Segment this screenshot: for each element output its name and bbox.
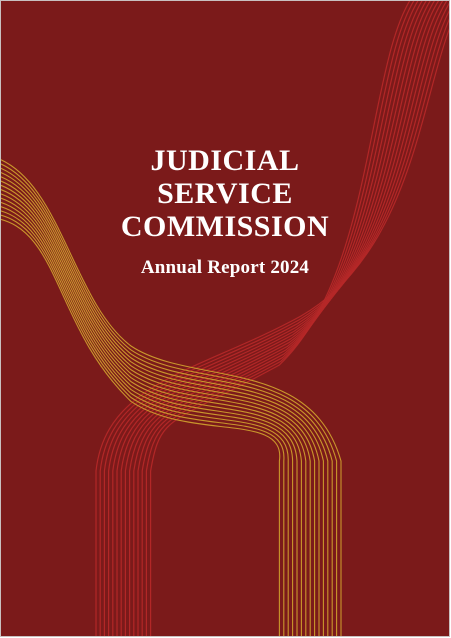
title-block: JUDICIAL SERVICE COMMISSION Annual Repor… <box>1 144 449 279</box>
red-stripe <box>95 28 449 636</box>
title-line-2: SERVICE <box>157 177 293 210</box>
title-line-1: JUDICIAL <box>150 144 300 177</box>
title-line-3: COMMISSION <box>120 210 330 243</box>
decorative-line-art <box>1 1 449 636</box>
red-stripe <box>103 9 449 636</box>
red-stripe <box>99 18 449 636</box>
report-subtitle: Annual Report 2024 <box>140 257 310 278</box>
report-cover: JUDICIAL SERVICE COMMISSION Annual Repor… <box>1 1 449 636</box>
red-stripe-band <box>95 1 449 636</box>
red-stripe <box>108 2 449 636</box>
gold-stripe <box>1 219 281 636</box>
red-stripe <box>112 1 448 636</box>
